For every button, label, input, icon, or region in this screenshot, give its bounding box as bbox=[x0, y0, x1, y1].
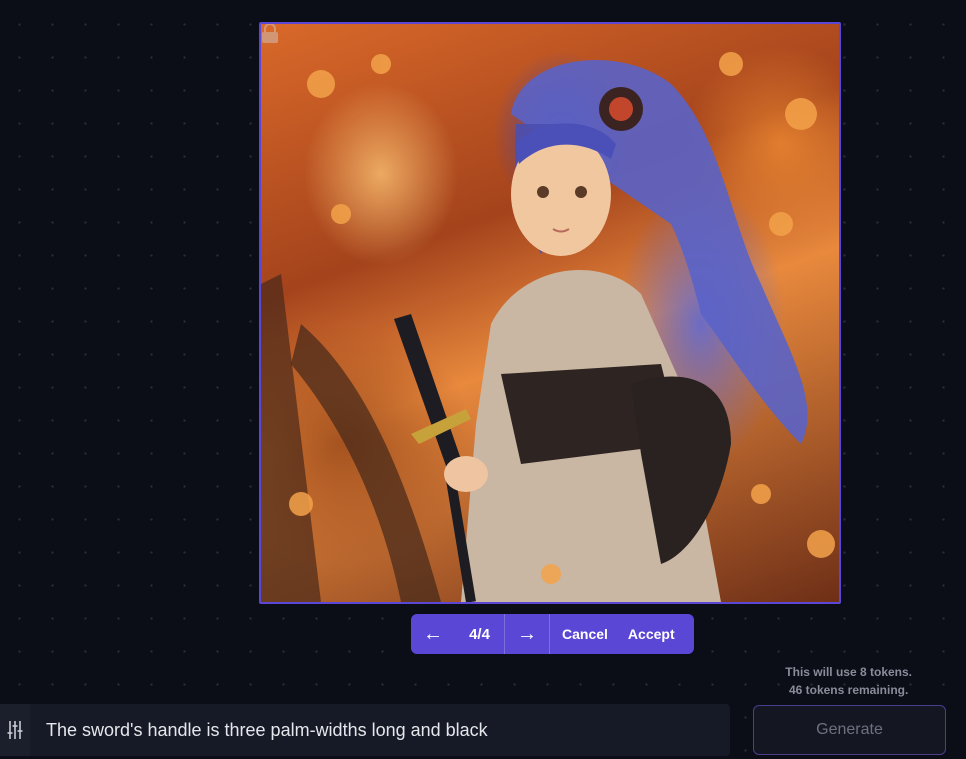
prompt-input[interactable]: The sword's handle is three palm-widths … bbox=[30, 704, 730, 756]
lock-icon bbox=[262, 24, 278, 43]
variant-counter: 4/4 bbox=[455, 614, 505, 654]
cancel-button[interactable]: Cancel bbox=[549, 614, 618, 654]
generate-button[interactable]: Generate bbox=[753, 705, 946, 755]
generated-image bbox=[261, 24, 839, 602]
variant-pager: ← 4/4 → Cancel Accept bbox=[411, 614, 694, 654]
tokens-remaining-text: 46 tokens remaining. bbox=[788, 683, 909, 697]
sliders-icon bbox=[7, 721, 23, 739]
previous-arrow-icon[interactable]: ← bbox=[411, 614, 455, 654]
settings-button[interactable] bbox=[0, 704, 30, 756]
next-arrow-icon[interactable]: → bbox=[505, 614, 549, 654]
image-canvas[interactable] bbox=[259, 22, 841, 604]
token-usage-text: This will use 8 tokens. bbox=[785, 665, 912, 679]
accept-button[interactable]: Accept bbox=[618, 614, 685, 654]
token-info: This will use 8 tokens. 46 tokens remain… bbox=[785, 663, 912, 699]
